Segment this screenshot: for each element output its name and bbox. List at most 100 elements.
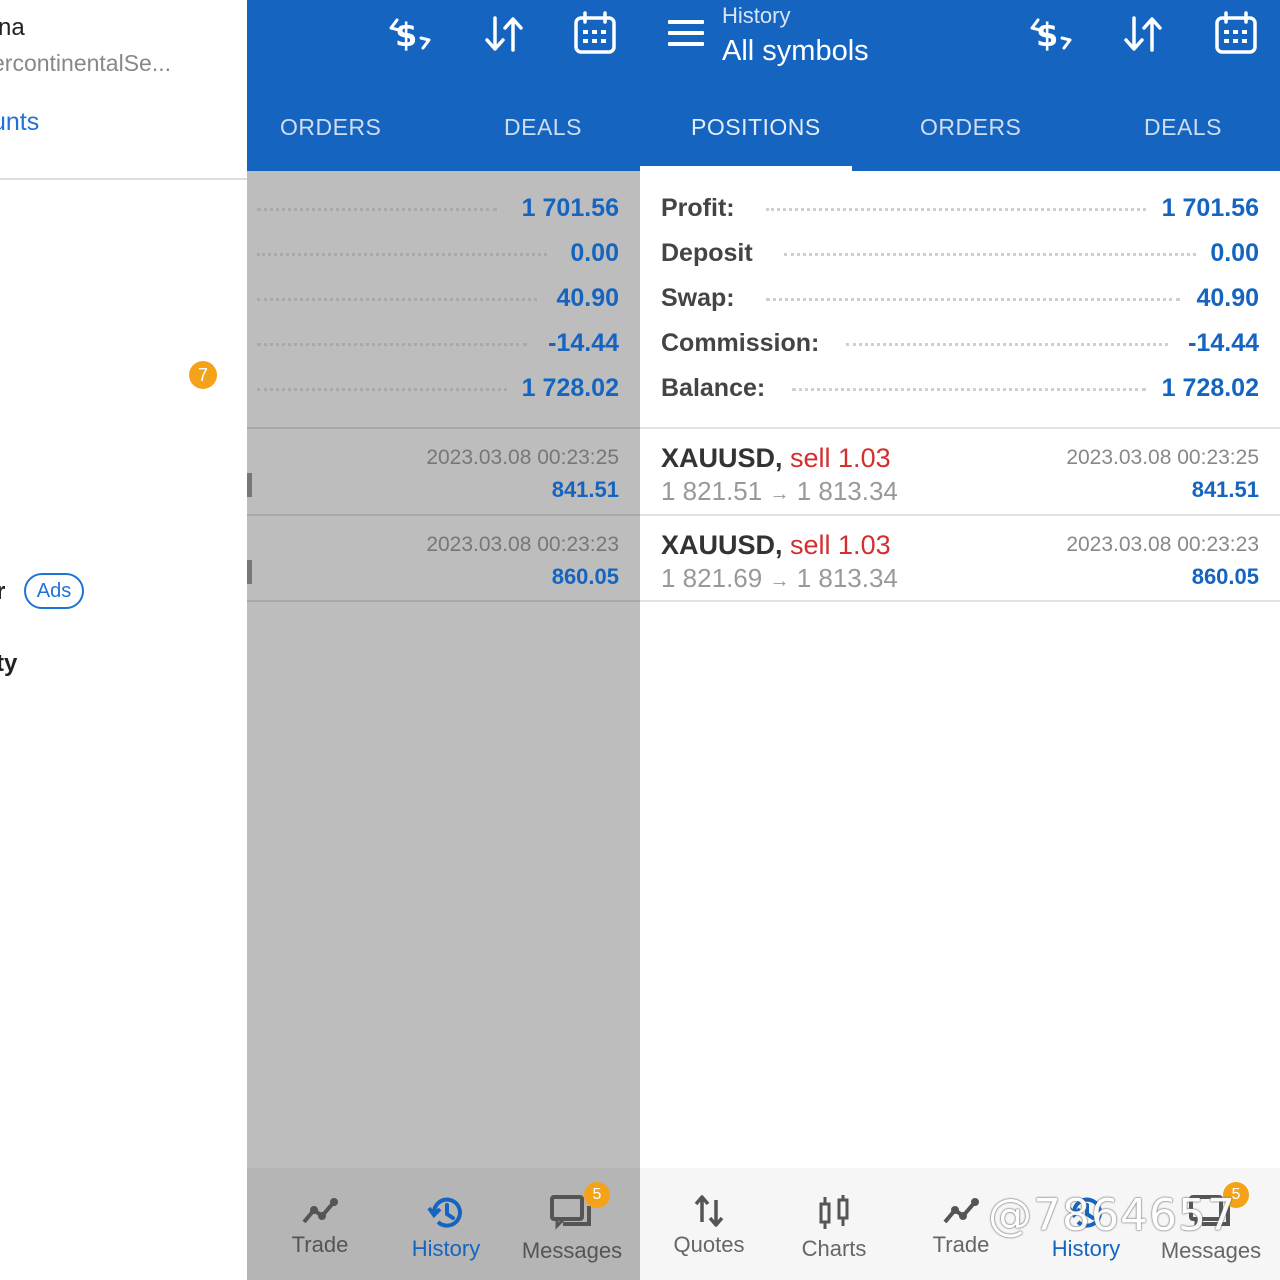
sort-arrows-icon[interactable] (1122, 14, 1164, 54)
summary-value: 40.90 (1196, 284, 1259, 312)
leader-dots (792, 388, 1146, 391)
account-server: ercontinentalSe... (0, 50, 172, 76)
summary-label: Profit: (661, 194, 735, 222)
deal-profit: 860.05 (551, 564, 619, 589)
arrow-right-icon: → (769, 570, 790, 592)
app-bar: $ (247, 0, 640, 84)
calendar-icon[interactable] (573, 10, 617, 56)
history-screen: History All symbols $ POSITIONS ORDERS D… (640, 0, 1280, 1280)
summary-row-profit: 1 701.56 (247, 186, 640, 231)
nav-label: Trade (291, 1232, 349, 1257)
summary-row-deposit: 0.00 (247, 231, 640, 276)
tab-bar: POSITIONS ORDERS DEALS (640, 84, 1280, 171)
deal-symbol: XAUUSD, sell 1.03 (661, 443, 891, 474)
summary-value: -14.44 (1188, 329, 1259, 357)
active-tab-indicator (640, 166, 852, 171)
account-name: na (0, 14, 25, 41)
history-icon (427, 1197, 462, 1228)
tab-bar: ORDERS DEALS (247, 84, 640, 171)
summary-value: 1 728.02 (1161, 374, 1259, 402)
nav-messages[interactable]: Messages (517, 1194, 627, 1264)
svg-text:$: $ (395, 16, 417, 54)
leader-dots (257, 208, 497, 211)
screen-subtitle: History (722, 3, 791, 28)
tab-positions[interactable]: POSITIONS (691, 114, 821, 141)
calendar-icon[interactable] (1214, 10, 1258, 56)
summary-value: 1 701.56 (521, 194, 619, 222)
symbol-name: XAUUSD, (661, 530, 783, 560)
summary-row-balance: 1 728.02 (247, 366, 640, 411)
leader-dots (846, 343, 1168, 346)
deal-time: 2023.03.08 00:23:23 (426, 533, 619, 556)
deal-row[interactable]: XAUUSD, sell 1.03 1 821.51 → 1 813.34 20… (640, 429, 1280, 515)
summary-label: Balance: (661, 374, 766, 402)
arrow-right-icon: → (769, 483, 790, 505)
svg-text:$: $ (1036, 16, 1058, 54)
trade-icon (943, 1198, 979, 1224)
deal-time: 2023.03.08 00:23:25 (1066, 446, 1259, 469)
summary-label: Deposit (661, 239, 753, 267)
tab-orders[interactable]: ORDERS (280, 114, 381, 141)
drawer-item-community[interactable]: ty (0, 650, 17, 678)
deal-prices: 1 821.69 → 1 813.34 (661, 563, 898, 594)
manage-accounts-link[interactable]: unts (0, 108, 39, 137)
tab-deals[interactable]: DEALS (504, 114, 582, 141)
deal-side-volume: sell 1.03 (790, 530, 891, 560)
summary-value: 1 728.02 (521, 374, 619, 402)
leader-dots (257, 343, 527, 346)
summary-row-balance: Balance: 1 728.02 (640, 366, 1280, 411)
hamburger-icon[interactable] (668, 20, 704, 50)
deal-row[interactable]: 2023.03.08 00:23:25 841.51 (247, 429, 640, 515)
truncated-text (247, 473, 252, 497)
summary-value: 0.00 (570, 239, 619, 267)
drawer-item-trader[interactable]: r (0, 578, 5, 606)
deal-time: 2023.03.08 00:23:23 (1066, 533, 1259, 556)
nav-trade[interactable]: Trade (287, 1194, 353, 1258)
summary-value: 0.00 (1210, 239, 1259, 267)
nav-trade[interactable]: Trade (928, 1194, 994, 1258)
summary-label: Swap: (661, 284, 735, 312)
nav-label: Messages (1160, 1238, 1262, 1263)
summary-row-profit: Profit: 1 701.56 (640, 186, 1280, 231)
summary-value: 40.90 (556, 284, 619, 312)
summary-row-deposit: Deposit 0.00 (640, 231, 1280, 276)
nav-label: Quotes (673, 1232, 745, 1257)
nav-label: Charts (801, 1236, 867, 1261)
deal-row[interactable]: 2023.03.08 00:23:23 860.05 (247, 516, 640, 602)
summary-value: -14.44 (548, 329, 619, 357)
watermark: @7864657 (988, 1190, 1236, 1241)
summary-value: 1 701.56 (1161, 194, 1259, 222)
close-price: 1 813.34 (796, 476, 898, 506)
nav-label: Messages (521, 1238, 623, 1263)
row-divider (247, 600, 640, 602)
ads-badge: Ads (24, 573, 84, 609)
symbol-filter[interactable]: All symbols (722, 35, 869, 68)
truncated-text (247, 560, 252, 584)
deal-row[interactable]: XAUUSD, sell 1.03 1 821.69 → 1 813.34 20… (640, 516, 1280, 602)
tab-deals[interactable]: DEALS (1144, 114, 1222, 141)
dollar-exchange-icon[interactable]: $ (387, 12, 433, 56)
leader-dots (257, 388, 507, 391)
nav-quotes[interactable]: Quotes (670, 1194, 748, 1258)
summary-row-commission: Commission: -14.44 (640, 321, 1280, 366)
notification-badge: 7 (189, 361, 217, 389)
nav-history[interactable]: History (405, 1194, 487, 1262)
open-price: 1 821.51 (661, 476, 763, 506)
close-price: 1 813.34 (796, 563, 898, 593)
nav-charts[interactable]: Charts (798, 1194, 870, 1262)
trade-icon (302, 1198, 338, 1224)
summary-row-swap: 40.90 (247, 276, 640, 321)
quotes-icon (694, 1195, 724, 1227)
deal-profit: 841.51 (551, 477, 619, 502)
app-bar: History All symbols $ (640, 0, 1280, 84)
leader-dots (257, 298, 537, 301)
charts-icon (819, 1195, 849, 1229)
deal-time: 2023.03.08 00:23:25 (426, 446, 619, 469)
symbol-name: XAUUSD, (661, 443, 783, 473)
dollar-exchange-icon[interactable]: $ (1028, 12, 1074, 56)
summary-row-commission: -14.44 (247, 321, 640, 366)
sort-arrows-icon[interactable] (483, 14, 525, 54)
bottom-navigation: Trade History Messages 5 (247, 1168, 640, 1280)
nav-label: Trade (932, 1232, 990, 1257)
tab-orders[interactable]: ORDERS (920, 114, 1021, 141)
